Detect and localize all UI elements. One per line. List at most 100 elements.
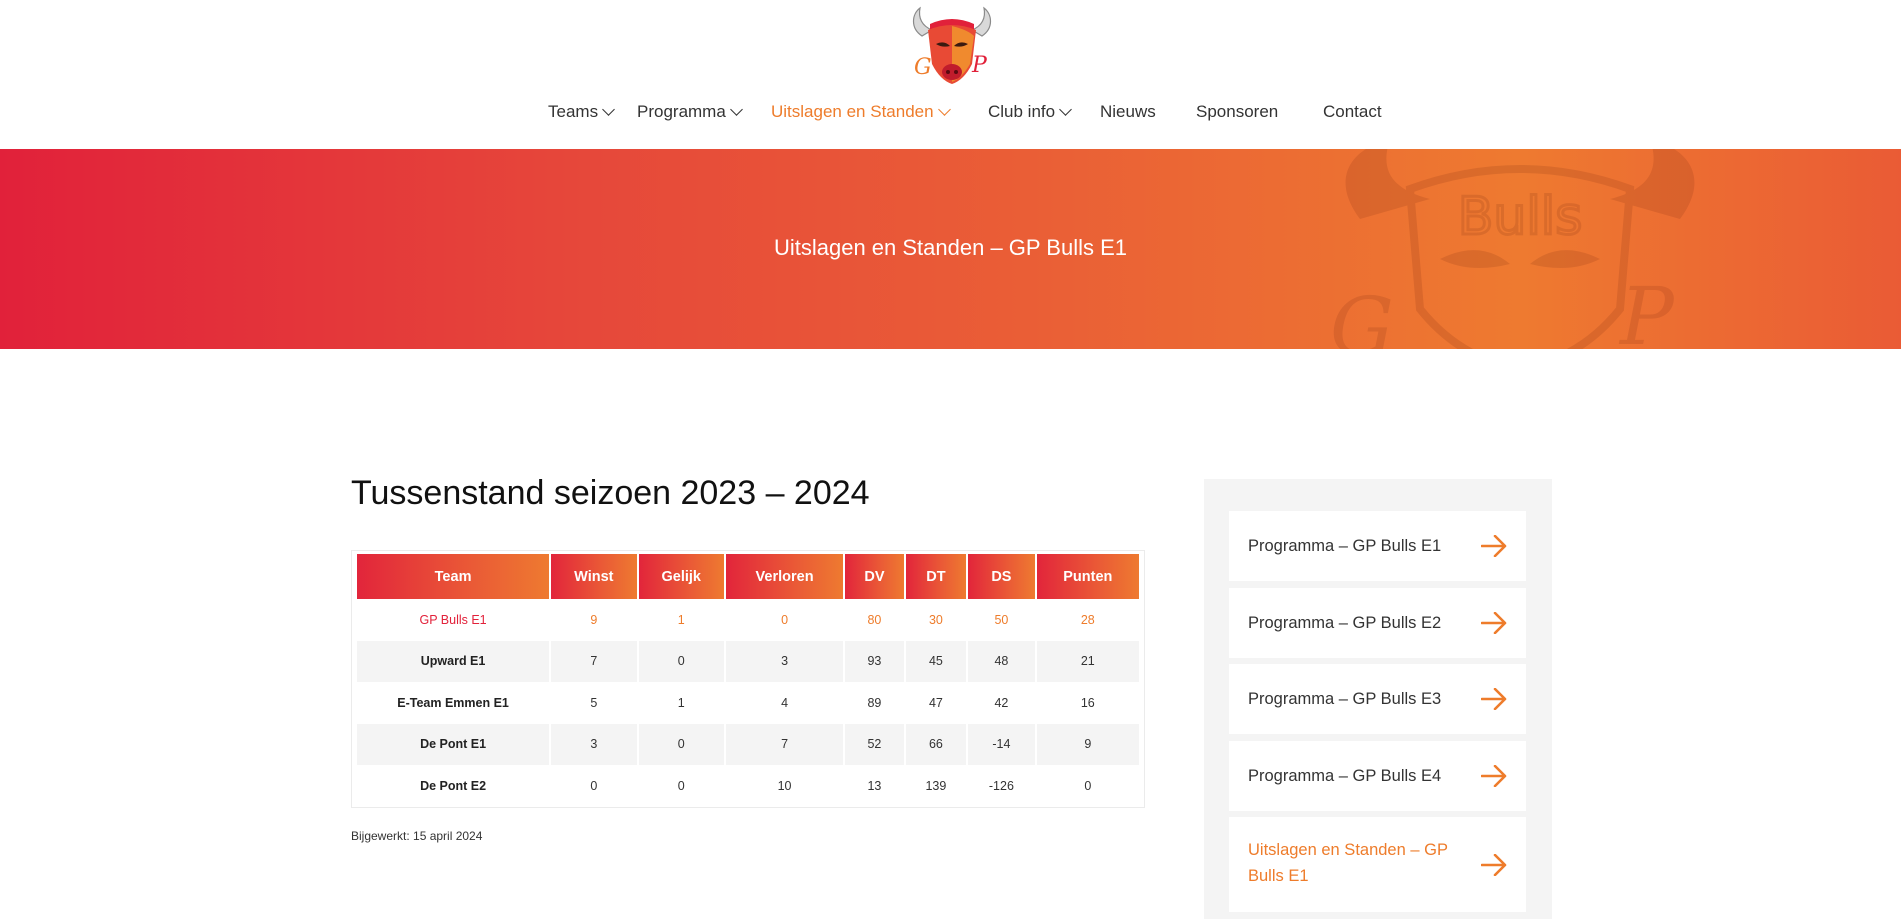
table-cell: 80 [867, 612, 882, 627]
arrow-right-icon [1481, 535, 1507, 557]
column-header-gelijk: Gelijk [638, 554, 724, 599]
sidebar-link-programma-e2[interactable]: Programma – GP Bulls E2 [1229, 588, 1526, 658]
standings-table: Team Winst Gelijk Verloren DV DT DS Punt… [355, 554, 1141, 807]
sidebar-link-label: Programma – GP Bulls E3 [1248, 690, 1442, 708]
table-cell: 52 [845, 723, 904, 765]
sidebar-link-programma-e3[interactable]: Programma – GP Bulls E3 [1229, 664, 1526, 734]
table-cell: 45 [905, 640, 967, 682]
sidebar-link-label: Programma – GP Bulls E2 [1248, 614, 1442, 632]
table-cell: 48 [968, 640, 1035, 682]
team-cell: De Pont E2 [420, 778, 487, 793]
table-cell: 21 [1036, 640, 1139, 682]
chevron-down-icon [1059, 103, 1072, 116]
sidebar: Programma – GP Bulls E1 Programma – GP B… [1204, 479, 1552, 919]
chevron-down-icon [937, 103, 951, 116]
column-header-team: Team [357, 554, 550, 599]
nav-item-sponsoren[interactable]: Sponsoren [1196, 98, 1278, 126]
table-cell: 7 [725, 723, 844, 765]
table-cell: 66 [905, 723, 967, 765]
table-cell: 5 [590, 695, 598, 710]
table-cell: 4 [781, 695, 789, 710]
table-row: De Pont E2 0 0 10 13 139 -126 0 [357, 765, 1139, 807]
table-cell: 50 [994, 612, 1009, 627]
table-cell: 28 [1080, 612, 1095, 627]
main-nav: Teams Programma Uitslagen en Standen Clu… [0, 98, 1901, 126]
table-cell: 42 [994, 695, 1009, 710]
nav-label: Teams [548, 102, 599, 121]
nav-item-teams[interactable]: Teams [548, 98, 615, 126]
table-row: De Pont E1 3 0 7 52 66 -14 9 [357, 723, 1139, 765]
sidebar-link-programma-e4[interactable]: Programma – GP Bulls E4 [1229, 741, 1526, 811]
hero-banner: Bulls G P Uitslagen en Standen – GP Bull… [0, 149, 1901, 349]
table-cell: 10 [777, 778, 792, 793]
table-cell: 16 [1080, 695, 1095, 710]
nav-label: Nieuws [1100, 102, 1156, 121]
column-header-ds: DS [968, 554, 1035, 599]
updated-date: Bijgewerkt: 15 april 2024 [351, 829, 483, 843]
table-cell: 93 [845, 640, 904, 682]
table-row: E-Team Emmen E1 5 1 4 89 47 42 16 [357, 682, 1139, 724]
nav-item-programma[interactable]: Programma [637, 98, 743, 126]
nav-item-club-info[interactable]: Club info [988, 98, 1072, 126]
team-cell: E-Team Emmen E1 [397, 695, 509, 710]
site-header: G P Teams Programma Uitslagen en Standen… [0, 0, 1901, 149]
nav-item-uitslagen-en-standen[interactable]: Uitslagen en Standen [771, 98, 951, 126]
table-cell: 89 [867, 695, 882, 710]
table-cell: 3 [551, 723, 637, 765]
nav-label: Sponsoren [1196, 102, 1279, 121]
nav-label: Contact [1323, 102, 1382, 121]
column-header-verloren: Verloren [725, 554, 844, 599]
team-cell: De Pont E1 [357, 723, 550, 765]
team-cell: GP Bulls E1 [419, 612, 487, 627]
hero-title: Uitslagen en Standen – GP Bulls E1 [773, 235, 1128, 260]
gp-bulls-logo[interactable]: G P [908, 6, 996, 88]
team-cell: Upward E1 [357, 640, 550, 682]
table-cell: 1 [677, 612, 685, 627]
svg-text:P: P [1618, 270, 1675, 349]
standings-table-wrapper: Team Winst Gelijk Verloren DV DT DS Punt… [351, 550, 1145, 808]
table-row: GP Bulls E1 9 1 0 80 30 50 28 [357, 599, 1139, 641]
sidebar-link-uitslagen-e1[interactable]: Uitslagen en Standen – GP Bulls E1 [1229, 817, 1526, 912]
table-cell: 47 [928, 695, 943, 710]
table-cell: 9 [590, 612, 598, 627]
nav-label: Programma [637, 102, 726, 121]
table-cell: 0 [638, 723, 724, 765]
svg-text:P: P [971, 53, 988, 78]
table-cell: 0 [781, 612, 789, 627]
sidebar-link-label: Programma – GP Bulls E1 [1248, 537, 1442, 555]
chevron-down-icon [602, 103, 615, 116]
table-cell: 3 [725, 640, 844, 682]
nav-label: Uitslagen en Standen [771, 102, 934, 121]
sidebar-link-label: Uitslagen en Standen – GP Bulls E1 [1248, 841, 1448, 885]
column-header-punten: Punten [1036, 554, 1139, 599]
column-header-winst: Winst [551, 554, 637, 599]
table-cell: 9 [1036, 723, 1139, 765]
table-header-row: Team Winst Gelijk Verloren DV DT DS Punt… [357, 554, 1139, 599]
arrow-right-icon [1481, 612, 1507, 634]
table-cell: 30 [928, 612, 943, 627]
page-title: Tussenstand seizoen 2023 – 2024 [351, 474, 870, 512]
arrow-right-icon [1481, 688, 1507, 710]
arrow-right-icon [1481, 854, 1507, 876]
table-cell: -126 [988, 778, 1014, 793]
nav-label: Club info [988, 102, 1056, 121]
sidebar-link-label: Programma – GP Bulls E4 [1248, 767, 1442, 785]
column-header-dv: DV [845, 554, 904, 599]
nav-item-contact[interactable]: Contact [1323, 98, 1382, 126]
table-cell: 0 [677, 778, 685, 793]
table-cell: 0 [638, 640, 724, 682]
column-header-dt: DT [905, 554, 967, 599]
table-cell: 139 [925, 778, 947, 793]
svg-text:G: G [914, 55, 932, 80]
svg-text:G: G [1330, 280, 1394, 349]
table-cell: 7 [551, 640, 637, 682]
table-cell: -14 [968, 723, 1035, 765]
table-row: Upward E1 7 0 3 93 45 48 21 [357, 640, 1139, 682]
table-cell: 0 [590, 778, 598, 793]
nav-item-nieuws[interactable]: Nieuws [1100, 98, 1156, 126]
sidebar-link-programma-e1[interactable]: Programma – GP Bulls E1 [1229, 511, 1526, 581]
arrow-right-icon [1481, 765, 1507, 787]
table-cell: 13 [867, 778, 882, 793]
table-cell: 0 [1084, 778, 1092, 793]
table-cell: 1 [677, 695, 685, 710]
